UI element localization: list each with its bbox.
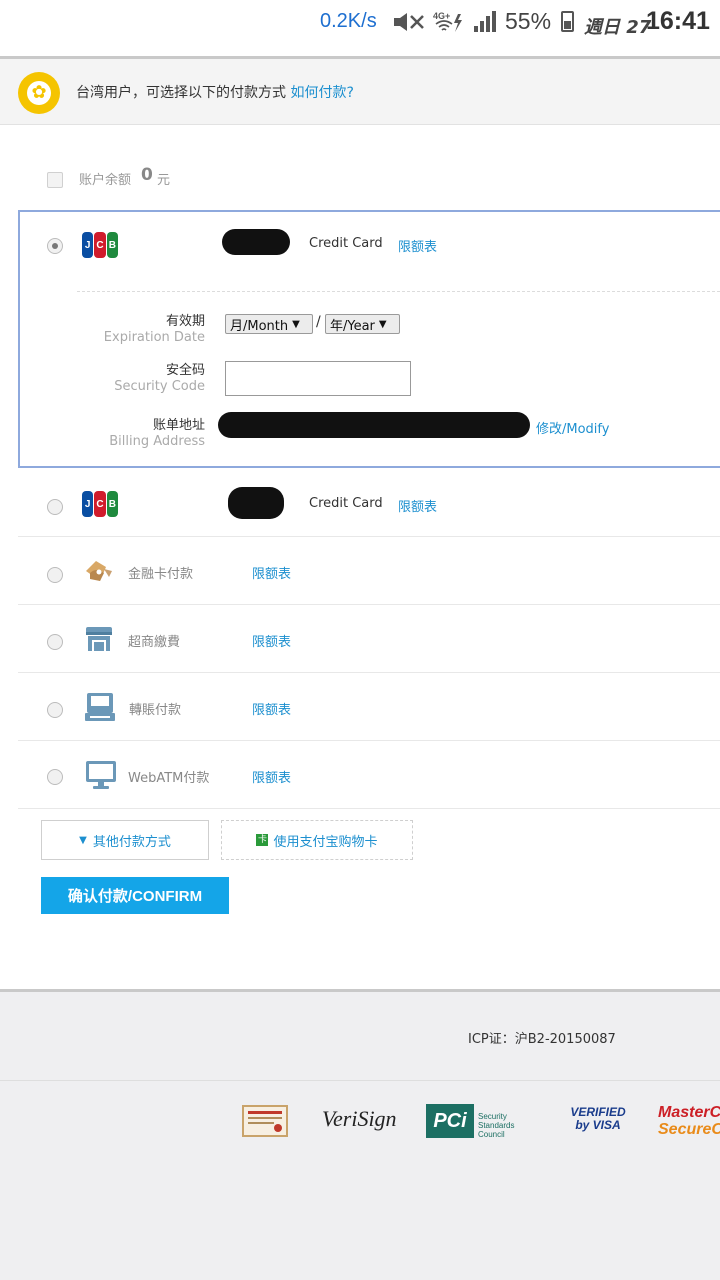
limit-table-link[interactable]: 限额表 <box>252 767 291 786</box>
limit-table-link[interactable]: 限额表 <box>252 699 291 718</box>
how-to-pay-link[interactable]: 如何付款? <box>290 85 353 101</box>
use-gift-card-button[interactable]: 卡 使用支付宝购物卡 <box>221 820 413 860</box>
jcb-icon: JCB <box>82 491 118 517</box>
payment-radio[interactable] <box>47 634 63 650</box>
notice-message: 台湾用户，可选择以下的付款方式 <box>76 85 286 101</box>
gift-card-icon: 卡 <box>256 834 269 846</box>
modify-address-link[interactable]: 修改/Modify <box>536 418 609 437</box>
expiration-month-select[interactable]: 月/Month ▼ <box>225 314 313 334</box>
expiration-year-select[interactable]: 年/Year ▼ <box>325 314 400 334</box>
card-type-label: Credit Card <box>309 236 383 251</box>
signal-icon <box>474 11 496 32</box>
caret-down-icon: ▼ <box>79 834 87 846</box>
footer-split-line <box>0 1080 720 1081</box>
gift-card-label: 使用支付宝购物卡 <box>273 834 378 850</box>
bank-card-icon <box>86 561 112 581</box>
status-icons: 4G+ <box>392 10 496 34</box>
payment-radio[interactable] <box>47 567 63 583</box>
svg-text:4G+: 4G+ <box>433 11 450 21</box>
verified-by-visa-logo: VERIFIED by VISA <box>568 1106 628 1132</box>
pci-subtitle: Security Standards Council <box>478 1112 515 1139</box>
redacted-billing-address <box>218 412 530 438</box>
certificate-badge-icon <box>242 1105 288 1137</box>
payment-row-store[interactable]: 超商繳費 限额表 <box>18 605 720 673</box>
balance-checkbox[interactable] <box>47 172 63 188</box>
icp-license: ICP证：沪B2-20150087 <box>468 1032 616 1047</box>
card-radio-selected[interactable] <box>47 238 63 254</box>
net-speed: 0.2K/s <box>320 10 377 32</box>
verisign-logo: VeriSign <box>322 1106 397 1131</box>
pci-logo: PCi <box>426 1104 474 1138</box>
confirm-payment-button[interactable]: 确认付款/CONFIRM <box>41 877 229 914</box>
payment-row-credit-card[interactable]: JCB Credit Card 限额表 <box>18 469 720 537</box>
visa-line-2: by VISA <box>575 1118 621 1132</box>
payment-method-name: 金融卡付款 <box>128 567 194 582</box>
balance-unit: 元 <box>157 173 171 188</box>
payment-row-webatm[interactable]: WebATM付款 限额表 <box>18 741 720 809</box>
payment-radio[interactable] <box>47 702 63 718</box>
monitor-icon <box>86 761 116 789</box>
date-separator: / <box>316 314 321 330</box>
battery-percent: 55% <box>505 8 552 34</box>
security-code-label: 安全码 Security Code <box>114 363 205 394</box>
limit-table-link[interactable]: 限额表 <box>252 631 291 650</box>
payment-method-name: 轉賬付款 <box>129 703 182 718</box>
payment-method-name: WebATM付款 <box>128 771 210 786</box>
payment-row-transfer[interactable]: 轉賬付款 限额表 <box>18 673 720 741</box>
expiration-label: 有效期 Expiration Date <box>103 314 205 345</box>
balance-label: 账户余额 <box>79 173 132 188</box>
payment-row-bank-card[interactable]: 金融卡付款 限额表 <box>18 537 720 605</box>
jcb-icon: JCB <box>82 232 118 258</box>
card-type-label: Credit Card <box>309 496 383 511</box>
billing-address-label: 账单地址 Billing Address <box>109 418 205 449</box>
payment-radio[interactable] <box>47 499 63 515</box>
payment-radio[interactable] <box>47 769 63 785</box>
other-methods-label: 其他付款方式 <box>92 834 171 850</box>
card-divider <box>77 291 720 292</box>
redacted-card-number <box>222 229 290 255</box>
mastercard-securecode-logo: MasterCard SecureCode <box>658 1104 720 1138</box>
store-icon <box>86 627 112 651</box>
mastercard-line-1: MasterCard <box>658 1104 720 1121</box>
limit-table-link[interactable]: 限额表 <box>398 236 437 255</box>
other-payment-methods-button[interactable]: ▼ 其他付款方式 <box>41 820 209 860</box>
limit-table-link[interactable]: 限额表 <box>252 563 291 582</box>
payment-method-name: 超商繳費 <box>128 635 181 650</box>
mastercard-line-2: SecureCode <box>658 1121 720 1138</box>
battery-icon <box>561 11 574 32</box>
atm-icon <box>85 693 115 721</box>
status-bar: 0.2K/s 4G+ 55% 週日 27 16:41 <box>0 0 720 44</box>
notice-text: 台湾用户，可选择以下的付款方式 如何付款? <box>76 82 354 102</box>
region-notice: ✿ 台湾用户，可选择以下的付款方式 如何付款? <box>0 59 720 125</box>
redacted-card-number <box>228 487 284 519</box>
limit-table-link[interactable]: 限额表 <box>398 496 437 515</box>
status-time: 16:41 <box>646 7 710 35</box>
status-day: 週日 27 <box>584 17 652 38</box>
balance-amount: 0 <box>141 165 153 185</box>
taiwan-emblem-icon: ✿ <box>18 72 60 114</box>
mute-icon <box>394 13 424 31</box>
security-code-input[interactable] <box>225 361 411 396</box>
network-4g-icon: 4G+ <box>433 11 462 32</box>
